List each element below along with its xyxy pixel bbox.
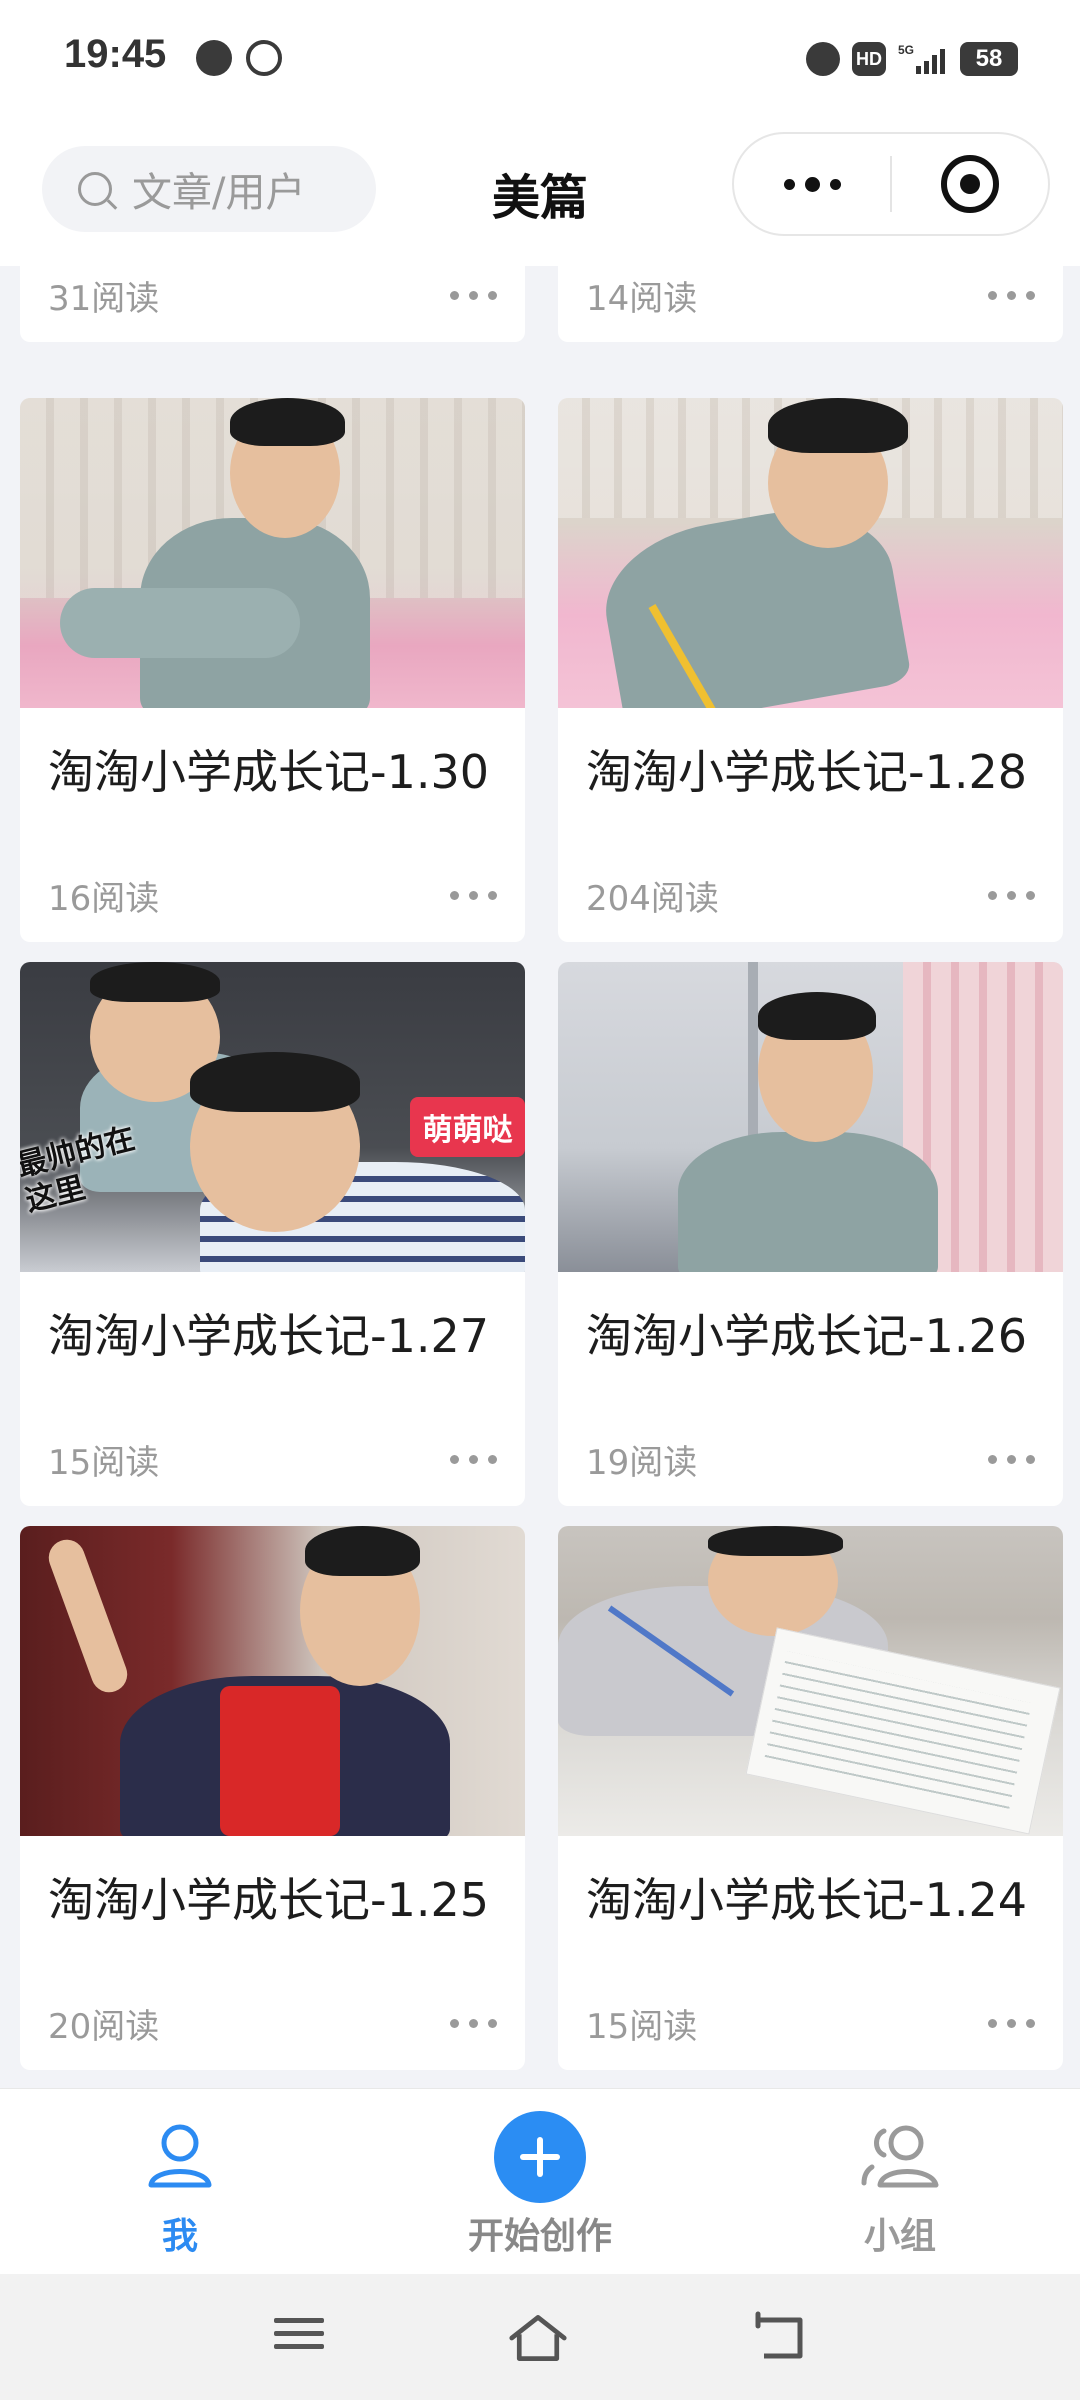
article-title: 淘淘小学成长记-1.28 (586, 745, 1028, 799)
article-card[interactable]: 萌萌哒 最帅的在这里 淘淘小学成长记-1.27 15阅读 (20, 962, 525, 1506)
target-icon (940, 155, 999, 213)
article-card-partial[interactable]: 14阅读 (558, 266, 1063, 342)
read-count: 15阅读 (48, 1443, 160, 1483)
read-count: 31阅读 (48, 279, 160, 319)
alarm-icon (806, 42, 840, 76)
plus-icon (494, 2111, 586, 2203)
status-bar: 19:45 HD 5G 58 (0, 0, 1080, 118)
article-cover-image (558, 398, 1063, 708)
tab-label: 小组 (863, 2216, 936, 2257)
article-card[interactable]: 淘淘小学成长记-1.28 204阅读 (558, 398, 1063, 942)
tab-create[interactable]: 开始创作 (360, 2089, 720, 2275)
mini-program-capsule (732, 132, 1050, 236)
card-more-icon[interactable] (988, 2019, 1035, 2028)
article-title: 淘淘小学成长记-1.26 (586, 1309, 1028, 1363)
sticker-text: 萌萌哒 (410, 1097, 525, 1157)
more-dots-icon (783, 176, 841, 192)
article-cover-image (20, 1526, 525, 1836)
overlay-text: 最帅的在这里 (20, 1120, 139, 1219)
read-count: 15阅读 (586, 2007, 698, 2047)
tab-group[interactable]: 小组 (720, 2089, 1080, 2275)
menu-icon[interactable] (274, 2310, 334, 2366)
article-title: 淘淘小学成长记-1.30 (48, 745, 490, 799)
article-grid: 31阅读 14阅读 淘淘小学成长记-1.30 16阅读 淘淘小学成长记-1.28… (0, 266, 1080, 2088)
read-count: 204阅读 (586, 879, 719, 919)
group-icon (861, 2125, 939, 2188)
wechat-icon (196, 40, 232, 76)
back-icon[interactable] (750, 2310, 810, 2366)
article-card[interactable]: 淘淘小学成长记-1.25 20阅读 (20, 1526, 525, 2070)
card-more-icon[interactable] (450, 2019, 497, 2028)
article-card[interactable]: 淘淘小学成长记-1.26 19阅读 (558, 962, 1063, 1506)
hd-icon: HD (852, 42, 886, 76)
system-navigation-bar (0, 2274, 1080, 2400)
article-title: 淘淘小学成长记-1.25 (48, 1873, 490, 1927)
tab-label: 我 (161, 2216, 198, 2257)
close-button[interactable] (892, 134, 1048, 234)
status-icons: HD 5G 58 (806, 40, 1018, 78)
nav-bar: 文章/用户 美篇 (0, 118, 1080, 266)
card-more-icon[interactable] (450, 291, 497, 300)
card-more-icon[interactable] (988, 291, 1035, 300)
article-card[interactable]: 淘淘小学成长记-1.30 16阅读 (20, 398, 525, 942)
tab-label: 开始创作 (467, 2216, 612, 2257)
read-count: 16阅读 (48, 879, 160, 919)
article-title: 淘淘小学成长记-1.27 (48, 1309, 490, 1363)
battery-icon: 58 (960, 42, 1018, 76)
read-count: 14阅读 (586, 279, 698, 319)
article-cover-image (558, 962, 1063, 1272)
signal-5g-icon: 5G (898, 42, 948, 76)
tab-me[interactable]: 我 (0, 2089, 360, 2275)
card-more-icon[interactable] (988, 1455, 1035, 1464)
home-icon[interactable] (508, 2310, 568, 2366)
svg-text:5G: 5G (898, 43, 914, 57)
read-count: 20阅读 (48, 2007, 160, 2047)
status-time: 19:45 (64, 32, 167, 76)
more-button[interactable] (734, 134, 890, 234)
card-more-icon[interactable] (450, 891, 497, 900)
article-cover-image (558, 1526, 1063, 1836)
bottom-tab-bar: 我 开始创作 小组 (0, 2088, 1080, 2274)
user-icon (148, 2124, 212, 2188)
article-card[interactable]: 淘淘小学成长记-1.24 15阅读 (558, 1526, 1063, 2070)
article-cover-image (20, 398, 525, 708)
article-cover-image: 萌萌哒 最帅的在这里 (20, 962, 525, 1272)
card-more-icon[interactable] (450, 1455, 497, 1464)
card-more-icon[interactable] (988, 891, 1035, 900)
article-title: 淘淘小学成长记-1.24 (586, 1873, 1028, 1927)
data-saver-icon (246, 40, 282, 76)
article-card-partial[interactable]: 31阅读 (20, 266, 525, 342)
read-count: 19阅读 (586, 1443, 698, 1483)
